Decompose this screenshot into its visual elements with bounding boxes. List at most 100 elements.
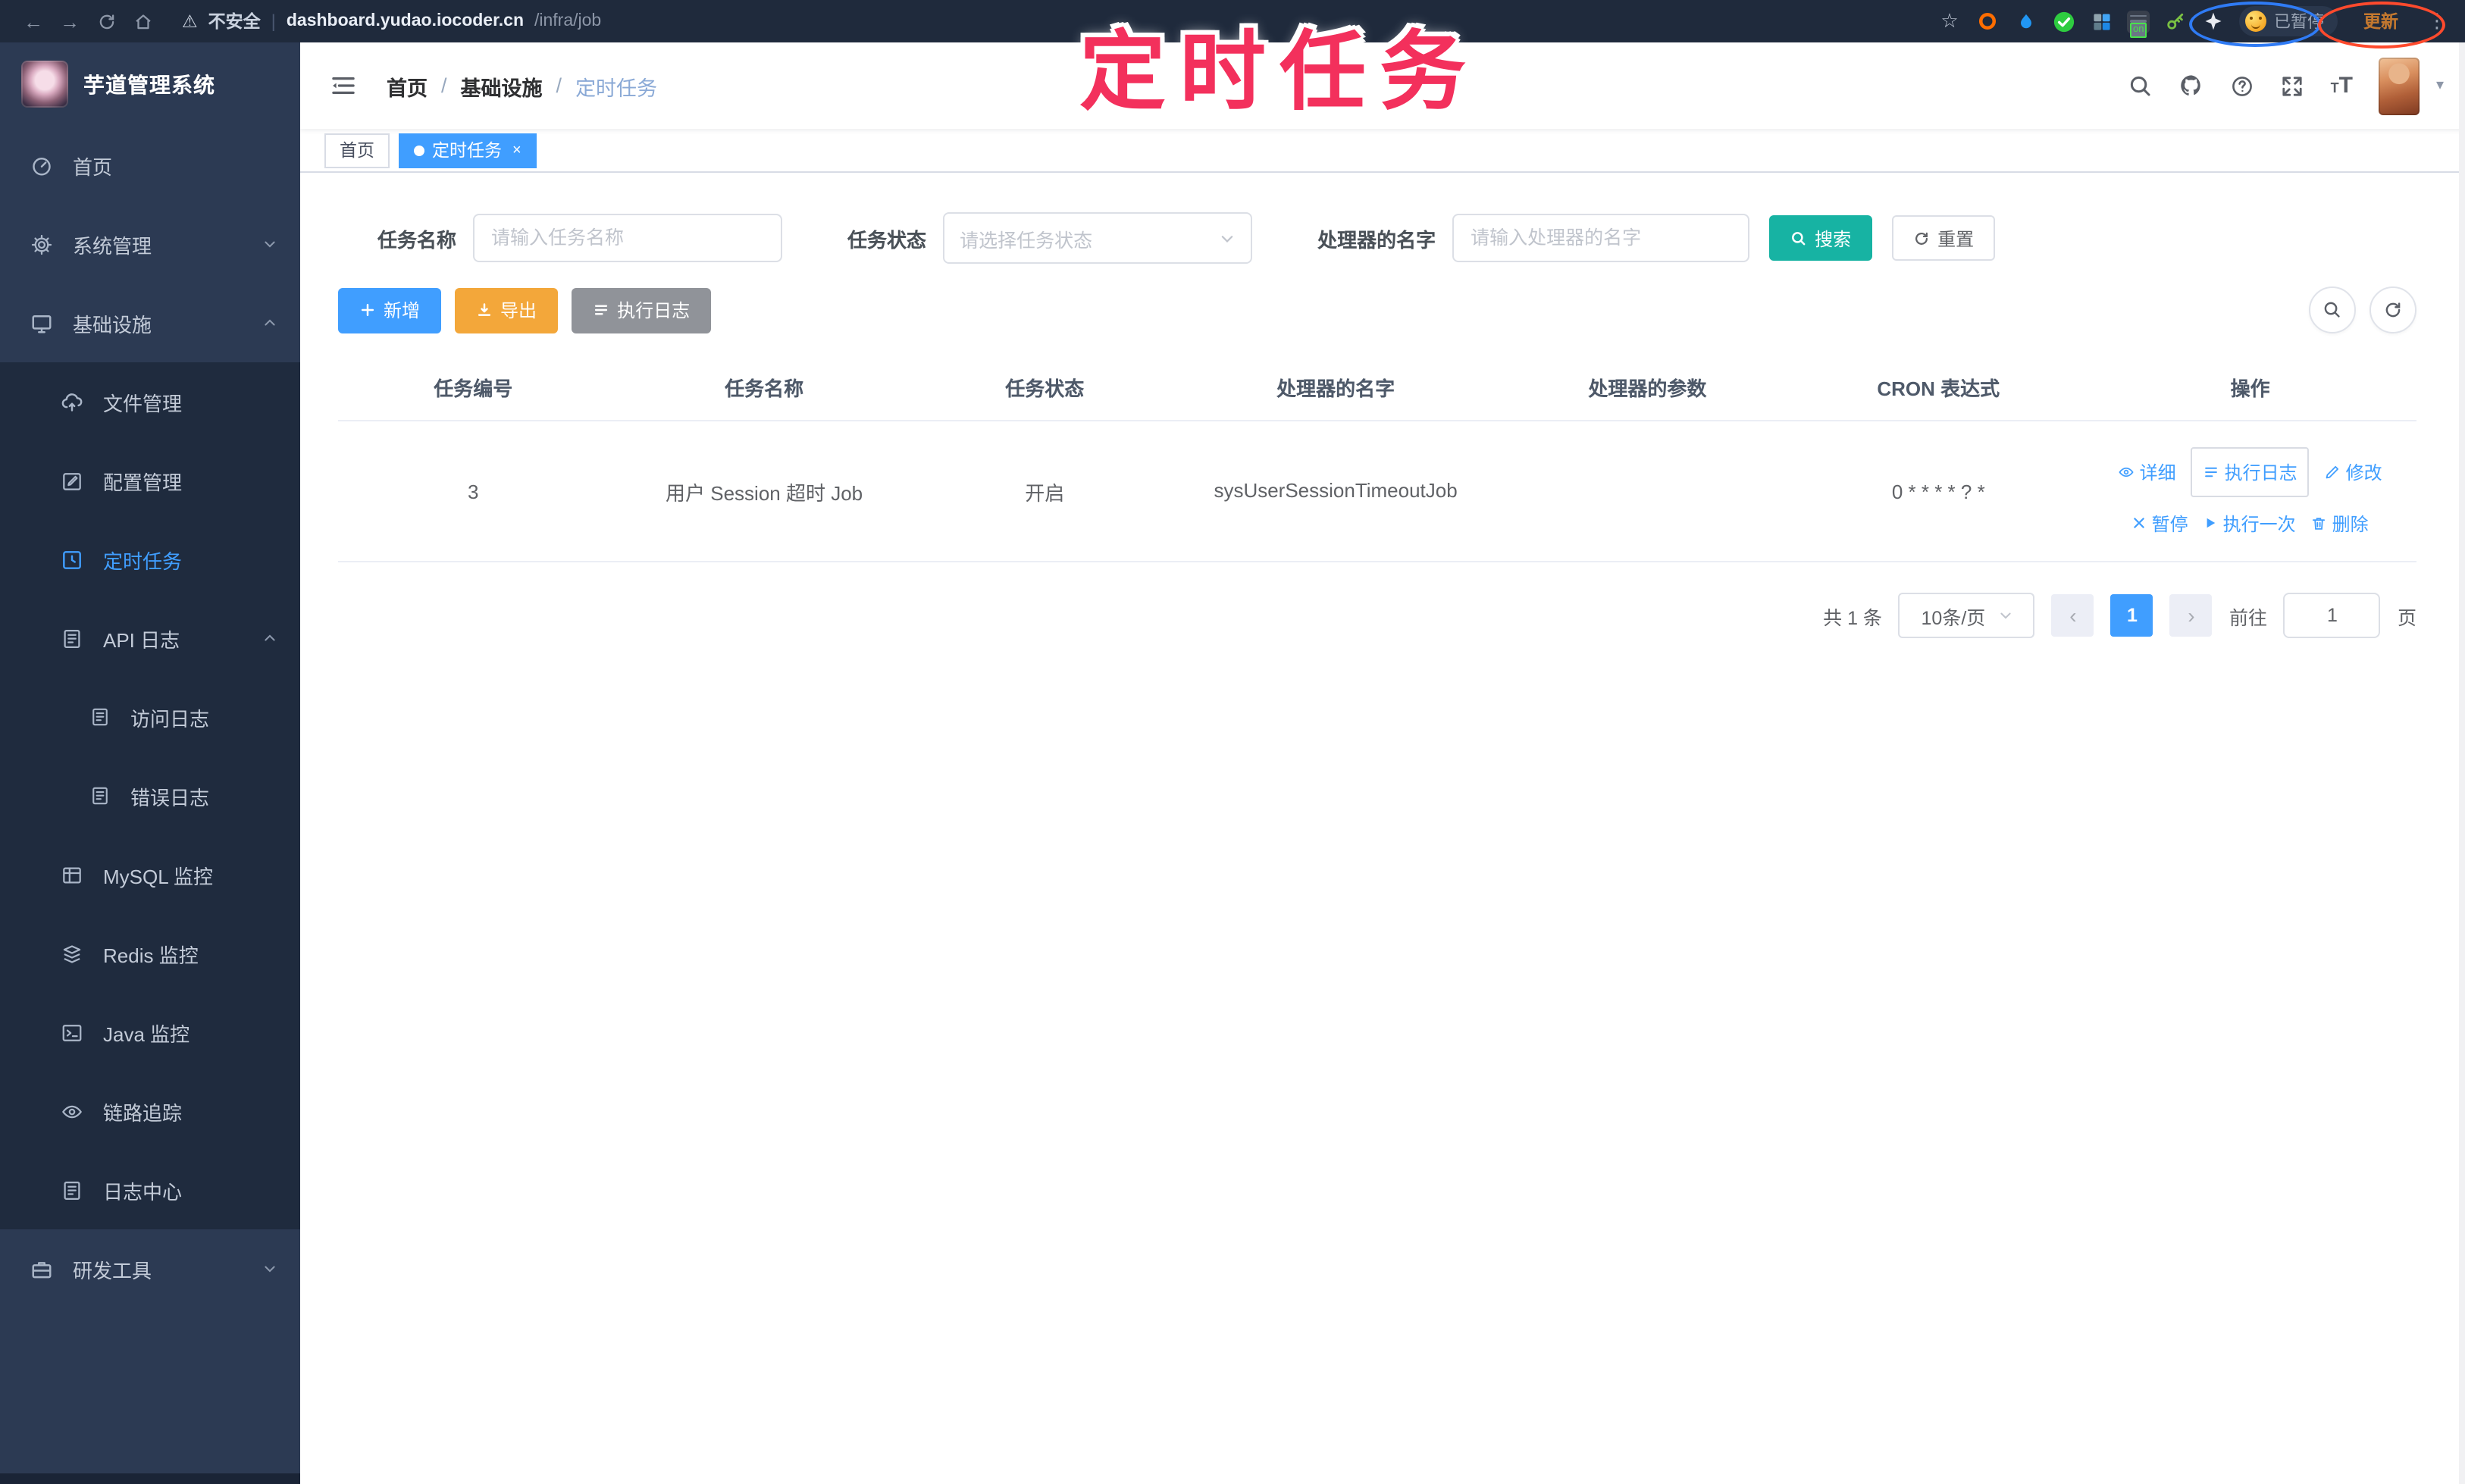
app-title: 芋道管理系统 (83, 72, 215, 96)
sidebar-item-file-manage[interactable]: 文件管理 (0, 362, 300, 441)
extension-blue-drop-icon[interactable] (2013, 9, 2037, 33)
sidebar-item-api-log[interactable]: API 日志 (0, 599, 300, 678)
goto-label: 前往 (2229, 607, 2267, 628)
reset-button[interactable]: 重置 (1892, 215, 1996, 261)
scrollbar[interactable] (2459, 42, 2465, 1484)
close-icon[interactable]: × (512, 142, 522, 158)
browser-home-icon[interactable] (124, 11, 161, 31)
goto-page-input[interactable] (2283, 593, 2381, 638)
search-button[interactable]: 搜索 (1769, 215, 1873, 261)
page-size-select[interactable]: 10条/页 (1898, 593, 2035, 638)
tab-scheduled-jobs[interactable]: 定时任务 × (399, 133, 537, 167)
cell-handler-param (1502, 421, 1793, 562)
sidebar-item-home[interactable]: 首页 (0, 126, 300, 205)
sidebar-item-access-log[interactable]: 访问日志 (0, 678, 300, 756)
sidebar-item-java-monitor[interactable]: Java 监控 (0, 993, 300, 1072)
github-icon[interactable] (2179, 73, 2205, 99)
extension-orange-icon[interactable] (1975, 9, 2000, 33)
prev-page-button[interactable]: ‹ (2051, 594, 2094, 637)
filter-form: 任务名称 任务状态 请选择任务状态 处理器的名字 搜索 重置 (377, 212, 2416, 264)
app-window: ← → ⚠ 不安全 | dashboard.yudao.iocoder.cn /… (0, 0, 2465, 1484)
main-area: 首页 / 基础设施 / 定时任务 TT ▾ 首页 定时任务 × 任务名称 请输入… (300, 42, 2465, 1484)
browser-update-button[interactable]: 更新 (2351, 6, 2410, 36)
extension-green-check-icon[interactable] (2051, 9, 2075, 33)
extension-on-badge-icon[interactable]: on (2127, 10, 2150, 37)
action-delete[interactable]: 删除 (2311, 510, 2369, 536)
extension-puzzle-icon[interactable] (2201, 9, 2225, 33)
action-run-once[interactable]: 执行一次 (2203, 510, 2296, 536)
sidebar-bottom-strip (0, 1473, 300, 1484)
url-host: dashboard.yudao.iocoder.cn (286, 12, 524, 30)
job-status-select[interactable]: 请选择任务状态 (943, 212, 1253, 264)
breadcrumb-home[interactable]: 首页 (387, 70, 428, 101)
current-page-button[interactable]: 1 (2110, 594, 2153, 637)
breadcrumb-separator: / (556, 74, 562, 97)
browser-back-icon[interactable]: ← (15, 10, 52, 33)
user-caret-down-icon[interactable]: ▾ (2436, 77, 2444, 94)
extension-paused-pill[interactable]: 已暂停 (2239, 6, 2338, 36)
search-icon[interactable] (2129, 74, 2153, 98)
export-button[interactable]: 导出 (455, 287, 559, 333)
tab-home[interactable]: 首页 (324, 133, 390, 167)
gear-icon (30, 233, 53, 255)
extension-key-icon[interactable] (2163, 9, 2188, 33)
action-detail[interactable]: 详细 (2119, 459, 2176, 484)
sidebar-item-log-center[interactable]: 日志中心 (0, 1151, 300, 1229)
col-job-status: 任务状态 (919, 355, 1170, 421)
font-size-icon[interactable]: TT (2331, 74, 2353, 97)
col-handler-name: 处理器的名字 (1169, 355, 1502, 421)
browser-toolbar: ← → ⚠ 不安全 | dashboard.yudao.iocoder.cn /… (0, 0, 2465, 42)
sidebar-item-system[interactable]: 系统管理 (0, 205, 300, 283)
col-cron: CRON 表达式 (1793, 355, 2084, 421)
user-avatar[interactable] (2378, 57, 2420, 114)
chevron-down-icon (262, 1261, 277, 1276)
chevron-down-icon (1219, 230, 1236, 246)
browser-menu-icon[interactable]: ⋮ (2424, 9, 2450, 33)
browser-forward-icon[interactable]: → (52, 10, 88, 33)
sidebar-item-redis-monitor[interactable]: Redis 监控 (0, 914, 300, 993)
action-pause[interactable]: 暂停 (2132, 510, 2188, 536)
app-logo-row[interactable]: 芋道管理系统 (0, 42, 300, 126)
sidebar-item-scheduled-jobs[interactable]: 定时任务 (0, 520, 300, 599)
hamburger-icon[interactable] (324, 68, 362, 103)
log-document-icon (88, 706, 111, 728)
cell-job-name: 用户 Session 超时 Job (608, 421, 920, 562)
sidebar-item-error-log[interactable]: 错误日志 (0, 756, 300, 835)
sidebar-item-config-manage[interactable]: 配置管理 (0, 441, 300, 520)
job-name-input[interactable] (473, 214, 783, 262)
handler-name-input[interactable] (1452, 214, 1750, 262)
browser-reload-icon[interactable] (88, 11, 124, 31)
breadcrumb-infra[interactable]: 基础设施 (461, 70, 543, 101)
extension-grid-icon[interactable] (2089, 9, 2113, 33)
toggle-search-button[interactable] (2309, 286, 2356, 333)
breadcrumb-current: 定时任务 (575, 77, 658, 99)
cell-cron: 0 * * * * ? * (1793, 421, 2084, 562)
toolbox-icon (30, 1257, 53, 1280)
bookmark-star-icon[interactable]: ☆ (1937, 9, 1962, 33)
exec-log-button[interactable]: 执行日志 (572, 287, 712, 333)
sidebar-item-dev-tools[interactable]: 研发工具 (0, 1229, 300, 1308)
sidebar-item-mysql-monitor[interactable]: MySQL 监控 (0, 835, 300, 914)
address-bar[interactable]: ⚠ 不安全 | dashboard.yudao.iocoder.cn /infr… (182, 9, 601, 33)
help-icon[interactable] (2231, 74, 2255, 98)
breadcrumb: 首页 / 基础设施 / 定时任务 (387, 70, 657, 101)
log-document-icon (88, 785, 111, 806)
sidebar: 芋道管理系统 首页 系统管理 基础设施 文件管理 配置管理 定时任务 API 日… (0, 42, 300, 1484)
table-toolbar: 新增 导出 执行日志 (338, 286, 2416, 333)
browser-extensions-area: ☆ on 已暂停 更新 ⋮ (1937, 6, 2450, 37)
pagination: 共 1 条 10条/页 ‹ 1 › 前往 页 (338, 593, 2416, 638)
add-button[interactable]: 新增 (338, 287, 442, 333)
sidebar-item-tracing[interactable]: 链路追踪 (0, 1072, 300, 1151)
goto-unit-label: 页 (2397, 607, 2416, 628)
action-exec-log[interactable]: 执行日志 (2191, 446, 2310, 496)
next-page-button[interactable]: › (2169, 594, 2213, 637)
fullscreen-icon[interactable] (2281, 74, 2305, 98)
chevron-down-icon (1997, 608, 2012, 623)
monitor-icon (30, 312, 53, 334)
action-edit[interactable]: 修改 (2325, 459, 2382, 484)
sidebar-item-infra[interactable]: 基础设施 (0, 283, 300, 362)
col-job-name: 任务名称 (608, 355, 920, 421)
dashboard-icon (30, 154, 53, 177)
refresh-button[interactable] (2369, 286, 2416, 333)
chevron-down-icon (262, 236, 277, 252)
